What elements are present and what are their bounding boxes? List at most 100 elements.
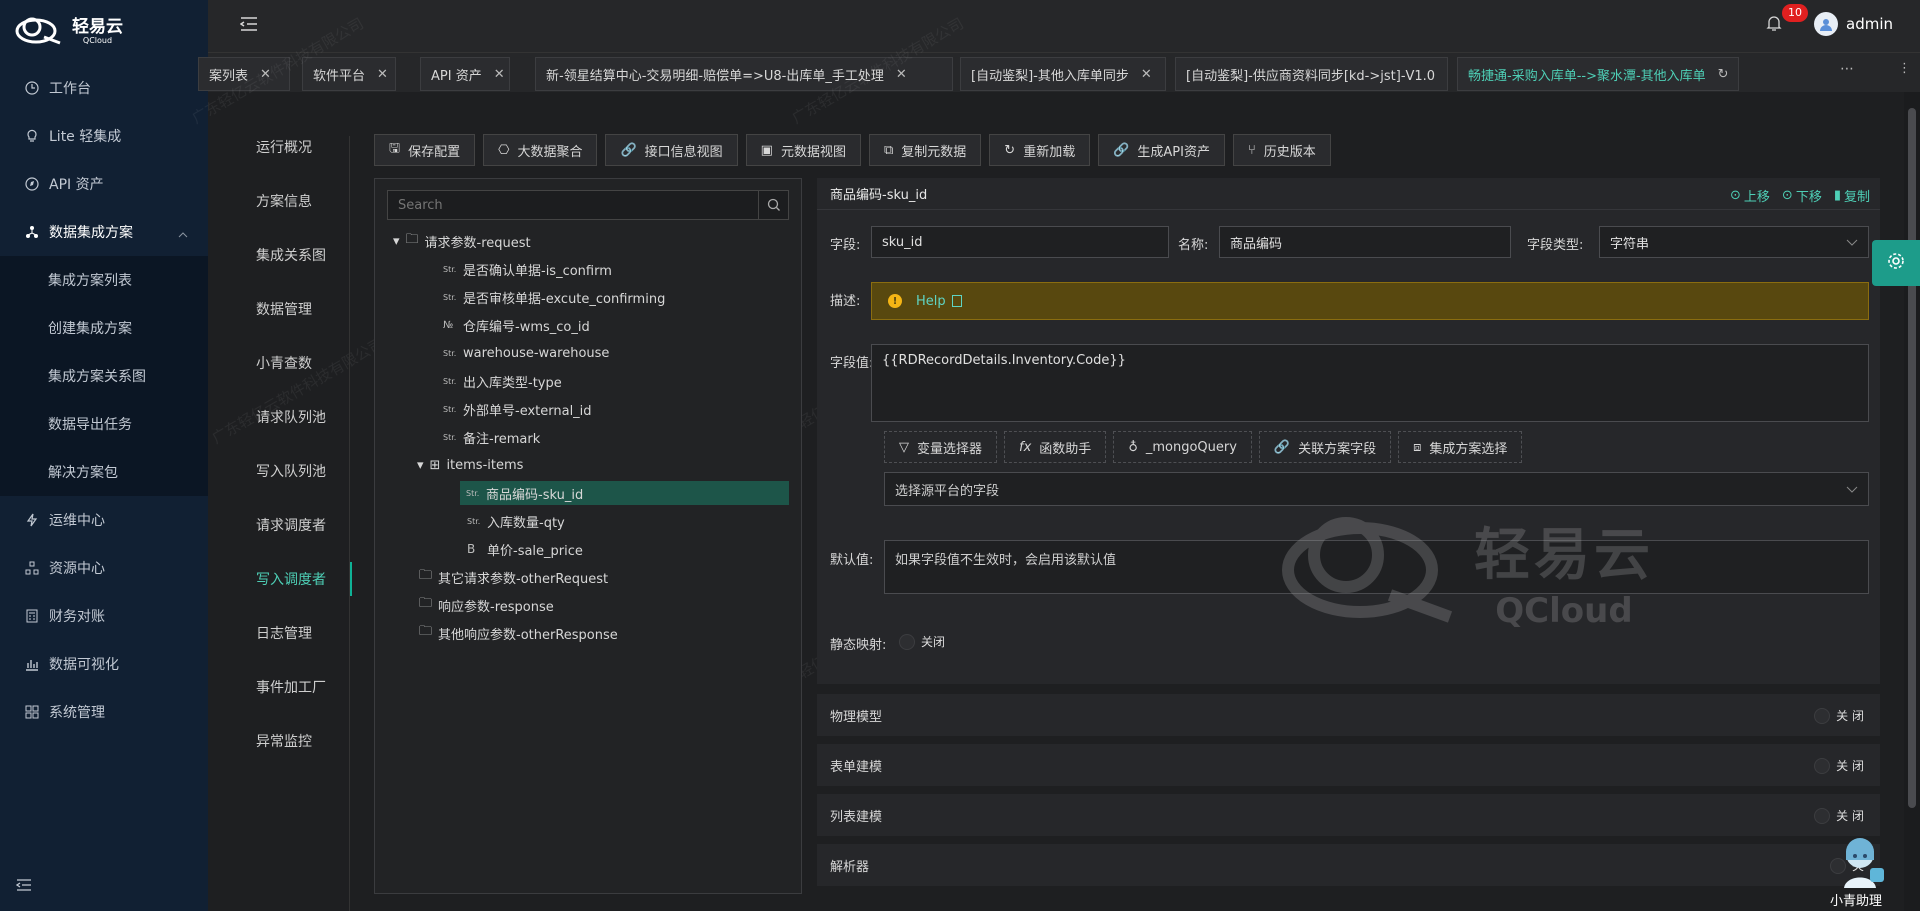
tree-node[interactable]: Str. 出入库类型-type — [443, 369, 562, 393]
section-form-modeling[interactable]: 表单建模 关 闭 — [817, 744, 1880, 786]
nav-relation-graph[interactable]: 集成关系图 — [216, 228, 350, 282]
more-icon[interactable]: ⋯ — [1840, 61, 1854, 77]
field-type-select[interactable]: 字符串 — [1599, 226, 1869, 258]
logo[interactable]: 轻易云 QCloud — [14, 10, 123, 52]
tree-node-selected[interactable]: Str. 商品编码-sku_id — [460, 481, 789, 505]
tree-node[interactable]: Str. 入库数量-qty — [467, 509, 565, 533]
more-vertical-icon[interactable]: ⋮ — [1898, 61, 1911, 76]
submenu-item[interactable]: 解决方案包 — [0, 448, 208, 496]
submenu-item[interactable]: 数据导出任务 — [0, 400, 208, 448]
nav-request-queue[interactable]: 请求队列池 — [216, 390, 350, 444]
generate-api-asset-button[interactable]: 🔗 生成API资产 — [1098, 134, 1225, 166]
section-physical-model[interactable]: 物理模型 关 闭 — [817, 694, 1880, 736]
description-help-box[interactable]: ! Help — [871, 282, 1869, 320]
api-info-view-button[interactable]: 🔗 接口信息视图 — [605, 134, 738, 166]
close-icon[interactable]: ✕ — [260, 67, 271, 82]
section-parser[interactable]: 解析器关 — [817, 844, 1880, 886]
nav-data-management[interactable]: 数据管理 — [216, 282, 350, 336]
nav-write-scheduler[interactable]: 写入调度者 — [216, 552, 352, 606]
copy-button[interactable]: ▮ 复制 — [1834, 186, 1870, 205]
collapse-sidebar-icon[interactable] — [15, 878, 32, 896]
field-value-textarea[interactable]: {{RDRecordDetails.Inventory.Code}} — [871, 344, 1869, 422]
section-toggle[interactable]: 关 闭 — [1814, 757, 1864, 774]
sidebar-item-integration[interactable]: 数据集成方案 — [0, 208, 208, 256]
nav-write-queue[interactable]: 写入队列池 — [216, 444, 350, 498]
section-toggle[interactable]: 关 闭 — [1814, 707, 1864, 724]
search-input[interactable] — [388, 191, 758, 219]
sidebar-item-visual[interactable]: 数据可视化 — [0, 640, 208, 688]
close-icon[interactable]: ✕ — [896, 67, 907, 82]
copy-metadata-button[interactable]: ⧉ 复制元数据 — [868, 134, 982, 166]
tree-node[interactable]: B 单价-sale_price — [467, 537, 583, 561]
related-field-button[interactable]: 🔗 关联方案字段 — [1258, 431, 1392, 463]
tab-chanjet-inbound[interactable]: 畅捷通-采购入库单-->聚水潭-其他入库单 ↻ — [1457, 57, 1739, 91]
sidebar-item-ops[interactable]: 运维中心 — [0, 496, 208, 544]
username[interactable]: admin — [1846, 15, 1893, 33]
tab-software-platform[interactable]: 软件平台 ✕ — [302, 57, 396, 91]
tree-node[interactable]: Str. 是否审核单据-excute_confirming — [443, 285, 665, 309]
tab-auto-inbound[interactable]: [自动鉴梨]-其他入库单同步 ✕ — [960, 57, 1166, 91]
close-icon[interactable]: ✕ — [377, 67, 388, 82]
section-list-modeling[interactable]: 列表建模 关 闭 — [817, 794, 1880, 836]
history-version-button[interactable]: ⑂ 历史版本 — [1232, 134, 1331, 166]
sidebar-item-system[interactable]: 系统管理 — [0, 688, 208, 736]
move-up-button[interactable]: ⊙ 上移 — [1730, 186, 1770, 205]
tab-auto-supplier[interactable]: [自动鉴梨]-供应商资料同步[kd->jst]-V1.0 ✕ — [1175, 57, 1448, 91]
submenu-item[interactable]: 创建集成方案 — [0, 304, 208, 352]
tree-node[interactable]: Str. warehouse-warehouse — [443, 341, 609, 365]
tree-node[interactable]: ▾ ⊞ items-items — [417, 453, 523, 477]
source-field-select[interactable]: 选择源平台的字段 — [884, 472, 1869, 506]
tree-node[interactable]: 🗀 其他响应参数-otherResponse — [419, 621, 618, 645]
reload-button[interactable]: ↻ 重新加载 — [989, 134, 1091, 166]
search-icon[interactable] — [758, 191, 788, 219]
tree-node[interactable]: 🗀 其它请求参数-otherRequest — [419, 565, 608, 589]
field-input[interactable]: sku_id — [871, 226, 1169, 258]
save-config-button[interactable]: 🖫 保存配置 — [374, 134, 476, 166]
refresh-icon[interactable]: ↻ — [1718, 67, 1729, 82]
sidebar-item-api[interactable]: API 资产 — [0, 160, 208, 208]
name-input[interactable]: 商品编码 — [1219, 226, 1511, 258]
sidebar-item-resource[interactable]: 资源中心 — [0, 544, 208, 592]
close-icon[interactable]: ✕ — [1447, 67, 1448, 82]
page-scrollbar[interactable] — [1904, 92, 1920, 911]
close-icon[interactable]: ✕ — [1141, 67, 1152, 82]
nav-event-factory[interactable]: 事件加工厂 — [216, 660, 350, 714]
sidebar-item-finance[interactable]: 财务对账 — [0, 592, 208, 640]
bell-icon[interactable] — [1766, 14, 1782, 36]
tree-node[interactable]: Str. 外部单号-external_id — [443, 397, 592, 421]
help-link[interactable]: Help — [916, 294, 946, 309]
submenu-item[interactable]: 集成方案关系图 — [0, 352, 208, 400]
nav-run-overview[interactable]: 运行概况 — [216, 120, 350, 174]
tree-node[interactable]: ▾ 🗀 请求参数-request — [393, 229, 531, 253]
static-mapping-toggle[interactable]: 关闭 — [899, 633, 945, 650]
close-icon[interactable]: ✕ — [494, 67, 505, 82]
tree-node[interactable]: Str. 是否确认单据-is_confirm — [443, 257, 612, 281]
tree-node[interactable]: Str. 备注-remark — [443, 425, 540, 449]
assistant-widget[interactable]: 小青助理 — [1830, 834, 1896, 911]
menu-toggle-icon[interactable] — [239, 16, 258, 36]
variable-selector-button[interactable]: ▽ 变量选择器 — [884, 431, 998, 463]
nav-query[interactable]: 小青查数 — [216, 336, 350, 390]
tab-api-assets[interactable]: API 资产 ✕ — [420, 57, 510, 91]
nav-request-scheduler[interactable]: 请求调度者 — [216, 498, 350, 552]
section-toggle[interactable]: 关 闭 — [1814, 807, 1864, 824]
settings-float-button[interactable] — [1872, 240, 1920, 286]
scrollbar-thumb[interactable] — [1908, 108, 1916, 808]
sidebar-item-workbench[interactable]: 工作台 — [0, 64, 208, 112]
avatar[interactable] — [1814, 12, 1838, 36]
sidebar-item-lite[interactable]: Lite 轻集成 — [0, 112, 208, 160]
submenu-item[interactable]: 集成方案列表 — [0, 256, 208, 304]
tree-node[interactable]: № 仓库编号-wms_co_id — [443, 313, 590, 337]
nav-log-management[interactable]: 日志管理 — [216, 606, 350, 660]
metadata-view-button[interactable]: ▣ 元数据视图 — [745, 134, 861, 166]
tab-scheme-list[interactable]: 案列表 ✕ — [198, 57, 290, 91]
function-helper-button[interactable]: fx 函数助手 — [1004, 431, 1107, 463]
mongo-query-button[interactable]: ♁ _mongoQuery — [1113, 431, 1252, 463]
tab-settlement[interactable]: 新-领星结算中心-交易明细-赔偿单=>U8-出库单_手工处理 ✕ — [535, 57, 953, 91]
scheme-select-button[interactable]: ⧈ 集成方案选择 — [1398, 431, 1523, 463]
big-data-aggregate-button[interactable]: ⎔ 大数据聚合 — [483, 134, 598, 166]
nav-exception-monitor[interactable]: 异常监控 — [216, 714, 350, 768]
tree-node[interactable]: 🗀 响应参数-response — [419, 593, 554, 617]
nav-scheme-info[interactable]: 方案信息 — [216, 174, 350, 228]
move-down-button[interactable]: ⊙ 下移 — [1782, 186, 1822, 205]
